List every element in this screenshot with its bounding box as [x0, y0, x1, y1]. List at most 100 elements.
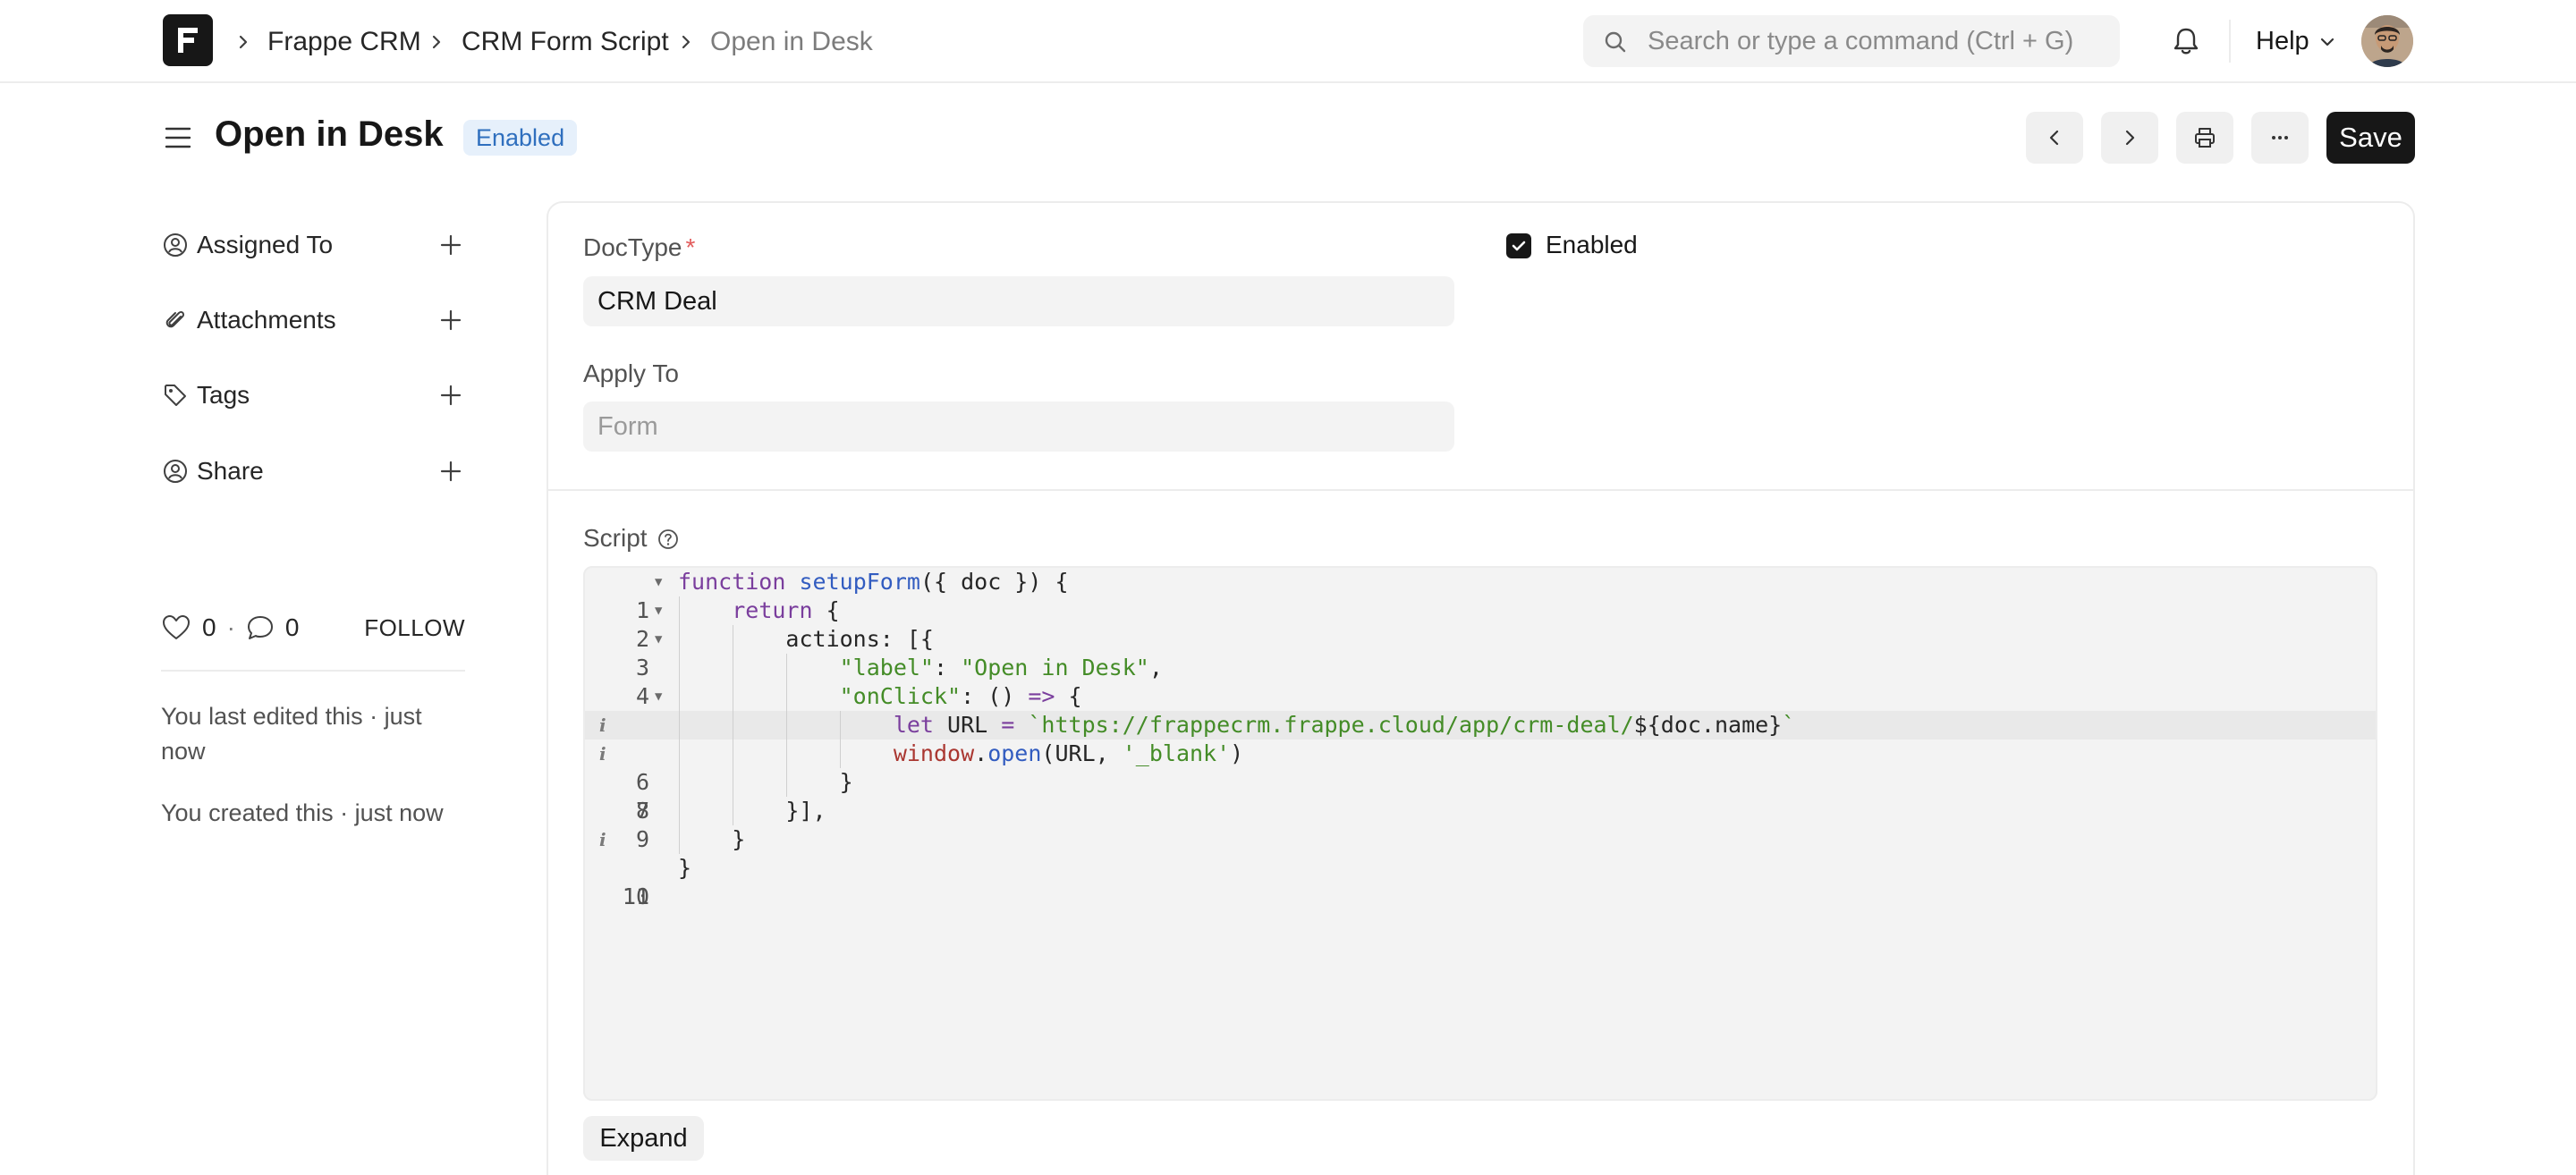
app-logo[interactable]: [163, 14, 213, 66]
doctype-label: DocType *: [583, 233, 695, 262]
follow-button[interactable]: FOLLOW: [364, 614, 465, 642]
code-keyword: let: [893, 712, 934, 738]
code-line: 8 }: [585, 768, 2376, 824]
code-plain: : (): [961, 683, 1029, 709]
next-doc-button[interactable]: [2101, 112, 2158, 164]
breadcrumb-chevron-icon: [677, 0, 695, 83]
code-plain: :: [933, 655, 962, 680]
code-line: 2 ▼ return {: [585, 596, 2376, 652]
code-text: }: [678, 854, 691, 883]
code-plain: ,: [1148, 655, 1163, 680]
help-label: Help: [2256, 27, 2309, 55]
top-navbar: Frappe CRM CRM Form Script Open in Desk …: [0, 0, 2576, 83]
sidebar-item-label: Attachments: [197, 306, 336, 334]
breadcrumb-crm-form-script[interactable]: CRM Form Script: [462, 0, 669, 83]
sidebar-item-label: Tags: [197, 381, 250, 409]
more-actions-button[interactable]: [2251, 112, 2309, 164]
code-text: }: [678, 768, 853, 797]
code-plain: ): [1230, 740, 1244, 766]
sidebar-item-assigned-to[interactable]: Assigned To: [161, 225, 465, 265]
code-plain: }],: [785, 798, 826, 824]
info-marker-icon[interactable]: i: [599, 711, 606, 740]
code-text: return {: [678, 596, 840, 625]
code-keyword: return: [732, 597, 813, 623]
add-share-plus-icon[interactable]: [436, 457, 465, 486]
code-function-name: setupForm: [799, 569, 920, 595]
apply-to-label: Apply To: [583, 359, 679, 387]
code-text: }],: [678, 797, 826, 825]
notification-bell-icon[interactable]: [2168, 23, 2204, 59]
add-tag-plus-icon[interactable]: [436, 381, 465, 410]
code-string: '_blank': [1122, 740, 1231, 766]
code-plain: }: [678, 855, 692, 881]
page-title: Open in Desk: [215, 114, 444, 154]
created-text: You created this · just now: [161, 799, 444, 826]
code-line: 9 }],: [585, 797, 2376, 852]
printer-icon: [2195, 128, 2215, 148]
last-edited-text: You last edited this · just now: [161, 703, 422, 765]
search-icon: [1605, 31, 1626, 53]
fold-arrow-icon[interactable]: ▼: [655, 682, 662, 711]
breadcrumb-current-page[interactable]: Open in Desk: [710, 0, 873, 83]
code-object: window: [893, 740, 975, 766]
code-plain: .: [974, 740, 988, 766]
breadcrumb-chevron-icon: [234, 0, 252, 83]
user-avatar[interactable]: [2361, 15, 2413, 67]
assign-icon: [161, 231, 190, 259]
print-button[interactable]: [2176, 112, 2233, 164]
sidebar-divider: [161, 670, 465, 672]
more-horizontal-icon: [2272, 136, 2288, 139]
comments-count: 0: [284, 613, 300, 641]
code-line: i 10 }: [585, 825, 2376, 909]
paperclip-icon: [161, 306, 190, 334]
sidebar-toggle-icon[interactable]: [163, 123, 193, 153]
line-number: 11: [622, 883, 649, 909]
code-string: `: [1782, 712, 1796, 738]
engagement-stats: 0 · 0 FOLLOW: [161, 610, 465, 646]
sidebar-item-share[interactable]: Share: [161, 452, 465, 491]
sidebar-item-attachments[interactable]: Attachments: [161, 300, 465, 340]
code-function-name: open: [987, 740, 1042, 766]
enabled-checkbox-label[interactable]: Enabled: [1546, 231, 1638, 259]
apply-to-field[interactable]: Form: [583, 402, 1454, 452]
breadcrumb-frappe-crm[interactable]: Frappe CRM: [267, 0, 421, 83]
info-marker-icon[interactable]: i: [599, 825, 606, 854]
help-menu-button[interactable]: Help: [2256, 0, 2336, 83]
fold-arrow-icon[interactable]: ▼: [655, 596, 662, 625]
add-attachment-plus-icon[interactable]: [436, 306, 465, 334]
save-button[interactable]: Save: [2326, 112, 2415, 164]
code-line: 4 "label": "Open in Desk",: [585, 654, 2376, 709]
code-template-expr: ${doc.name}: [1633, 712, 1783, 738]
add-assignee-plus-icon[interactable]: [436, 231, 465, 259]
code-line: 11 }: [585, 854, 2376, 909]
expand-editor-button[interactable]: Expand: [583, 1116, 704, 1161]
code-text: actions: [{: [678, 625, 934, 654]
heart-icon[interactable]: [161, 614, 191, 641]
navbar-divider: [2229, 20, 2231, 63]
fold-arrow-icon[interactable]: ▼: [655, 625, 662, 654]
code-plain: {: [812, 597, 840, 623]
script-label: Script: [583, 524, 648, 552]
doctype-field[interactable]: CRM Deal: [583, 276, 1454, 326]
code-keyword: function: [678, 569, 786, 595]
comment-icon[interactable]: [246, 614, 275, 641]
user-photo-icon: [2361, 15, 2413, 67]
sidebar-item-tags[interactable]: Tags: [161, 376, 465, 415]
previous-doc-button[interactable]: [2026, 112, 2083, 164]
code-string: "onClick": [839, 683, 962, 709]
search-bar[interactable]: [1583, 15, 2120, 67]
code-plain: }: [839, 769, 853, 795]
search-input[interactable]: [1648, 15, 2104, 67]
status-badge: Enabled: [463, 120, 578, 156]
code-string: "Open in Desk": [961, 655, 1149, 680]
info-marker-icon[interactable]: i: [599, 740, 606, 768]
code-plain: actions: [{: [785, 626, 934, 652]
code-text: function setupForm({ doc }) {: [678, 568, 1069, 596]
fold-arrow-icon[interactable]: ▼: [655, 568, 662, 596]
code-text: "onClick": () => {: [678, 682, 1082, 711]
chevron-left-icon: [2049, 130, 2059, 146]
likes-count: 0: [202, 613, 216, 641]
help-circle-icon[interactable]: [657, 528, 680, 551]
script-code-editor[interactable]: 1 ▼ function setupForm({ doc }) { 2 ▼ re…: [583, 566, 2377, 1101]
enabled-checkbox[interactable]: [1506, 233, 1531, 258]
